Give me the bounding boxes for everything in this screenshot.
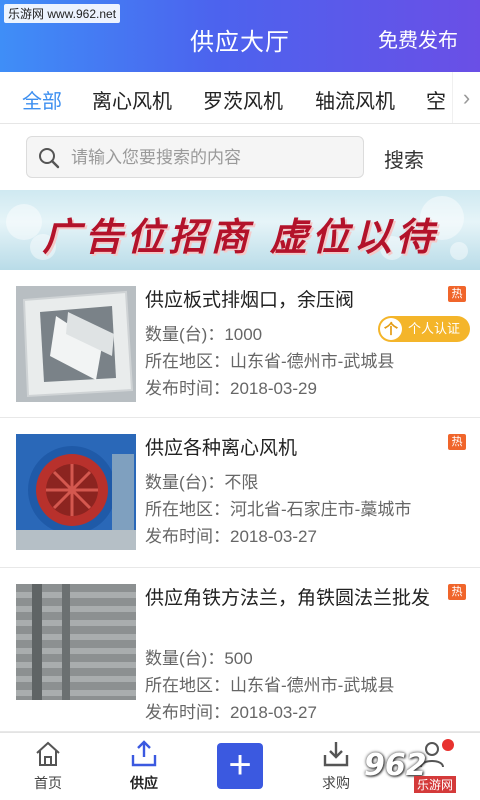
item-date: 发布时间：2018-03-29 (145, 379, 317, 398)
nav-home[interactable]: 首页 (0, 733, 96, 800)
product-thumbnail (16, 434, 136, 550)
product-thumbnail (16, 286, 136, 402)
tab-air[interactable]: 空 (426, 85, 446, 114)
chevron-right-icon[interactable]: › (452, 72, 480, 123)
site-logo: 962 乐游网 (354, 746, 476, 794)
item-date: 发布时间：2018-03-27 (145, 527, 317, 546)
item-title: 供应板式排烟口，余压阀 (145, 290, 355, 311)
nav-home-label: 首页 (34, 775, 62, 791)
list-item[interactable]: 供应板式排烟口，余压阀 数量(台)：1000 所在地区：山东省-德州市-武城县 … (0, 270, 480, 418)
watermark: 乐游网 www.962.net (4, 4, 121, 23)
verify-icon: 个 (380, 318, 402, 340)
item-location: 所在地区：河北省-石家庄市-藁城市 (145, 500, 412, 519)
hot-badge: 热 (448, 584, 466, 600)
item-quantity: 数量(台)：500 (145, 649, 253, 668)
hot-badge: 热 (448, 434, 466, 450)
plus-icon[interactable]: + (217, 743, 263, 789)
personal-verification-badge: 个 个人认证 (378, 316, 471, 342)
home-icon (36, 741, 60, 766)
category-tabs: 全部 离心风机 罗茨风机 轴流风机 空 › (0, 72, 480, 124)
tab-axial-fan[interactable]: 轴流风机 (315, 85, 395, 114)
tab-roots-blower[interactable]: 罗茨风机 (203, 85, 283, 114)
item-location: 所在地区：山东省-德州市-武城县 (145, 352, 395, 371)
nav-publish[interactable]: + (192, 733, 288, 800)
search-row: 搜索 (0, 124, 480, 190)
tab-all[interactable]: 全部 (22, 85, 62, 114)
download-icon (323, 742, 349, 767)
hot-badge: 热 (448, 286, 466, 302)
item-title: 供应角铁方法兰，角铁圆法兰批发 (145, 588, 431, 609)
product-thumbnail (16, 584, 136, 700)
verify-label: 个人认证 (408, 321, 461, 336)
supply-icon (131, 740, 157, 767)
ad-banner[interactable]: 广告位招商 虚位以待 (0, 190, 480, 270)
item-location: 所在地区：山东省-德州市-武城县 (145, 676, 395, 695)
item-quantity: 数量(台)：不限 (145, 473, 259, 492)
list-item[interactable]: 供应角铁方法兰，角铁圆法兰批发 数量(台)：500 所在地区：山东省-德州市-武… (0, 568, 480, 732)
search-button[interactable]: 搜索 (384, 144, 424, 173)
item-date: 发布时间：2018-03-27 (145, 703, 317, 722)
supply-list: 供应板式排烟口，余压阀 数量(台)：1000 所在地区：山东省-德州市-武城县 … (0, 270, 480, 732)
nav-supply-label: 供应 (130, 775, 158, 791)
search-box (26, 136, 364, 178)
item-title: 供应各种离心风机 (145, 438, 298, 459)
search-input[interactable] (71, 145, 356, 171)
list-item[interactable]: 供应各种离心风机 数量(台)：不限 所在地区：河北省-石家庄市-藁城市 发布时间… (0, 418, 480, 568)
nav-supply[interactable]: 供应 (96, 733, 192, 800)
header-bar: 乐游网 www.962.net 供应大厅 免费发布 (0, 0, 480, 72)
free-publish-button[interactable]: 免费发布 (378, 24, 458, 53)
item-quantity: 数量(台)：1000 (145, 325, 263, 344)
tab-centrifugal-fan[interactable]: 离心风机 (92, 85, 172, 114)
search-icon (39, 148, 60, 169)
logo-sub: 乐游网 (414, 776, 457, 793)
banner-text: 广告位招商 虚位以待 (42, 214, 438, 259)
